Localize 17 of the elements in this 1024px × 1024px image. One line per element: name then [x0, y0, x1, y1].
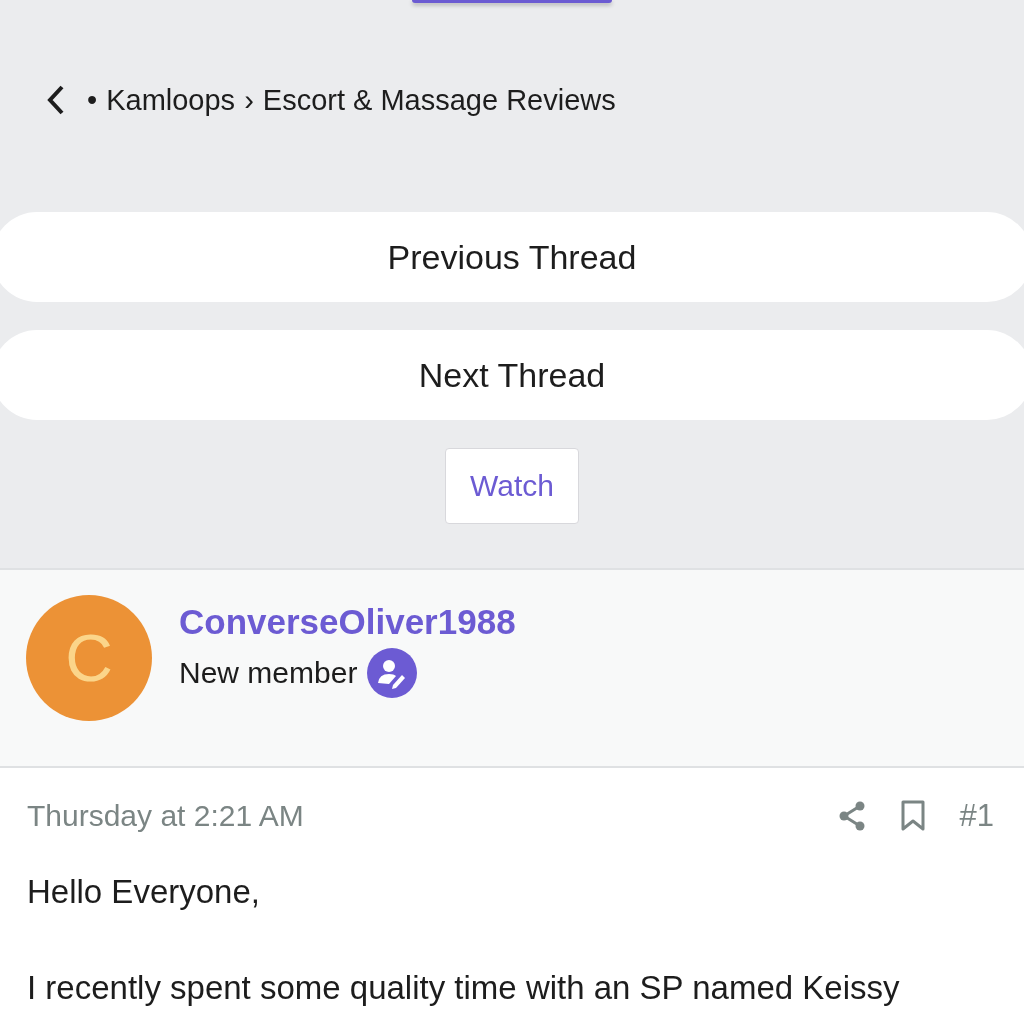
- user-title: New member: [179, 656, 358, 690]
- username-link[interactable]: ConverseOliver1988: [179, 602, 516, 642]
- post-text: Hello Everyone,: [27, 872, 261, 912]
- back-icon[interactable]: [46, 84, 66, 116]
- post-text: I recently spent some quality time with an SP named Keissy: [27, 967, 901, 1008]
- thread-nav-button[interactable]: Next Thread: [0, 330, 1024, 420]
- post-number[interactable]: #1: [959, 798, 994, 834]
- breadcrumb-link[interactable]: Kamloops: [106, 83, 236, 117]
- breadcrumb-link[interactable]: Escort & Massage Reviews: [262, 83, 616, 117]
- bookmark-icon[interactable]: [899, 800, 926, 832]
- thread-nav-button[interactable]: Previous Thread: [0, 212, 1024, 302]
- watch-button[interactable]: Watch: [445, 448, 579, 524]
- breadcrumb-separator: ›: [244, 83, 254, 117]
- share-icon[interactable]: [837, 801, 866, 831]
- user-edit-icon: [367, 648, 418, 698]
- breadcrumb-bullet: •: [87, 83, 98, 117]
- post-time[interactable]: Thursday at 2:21 AM: [27, 799, 304, 833]
